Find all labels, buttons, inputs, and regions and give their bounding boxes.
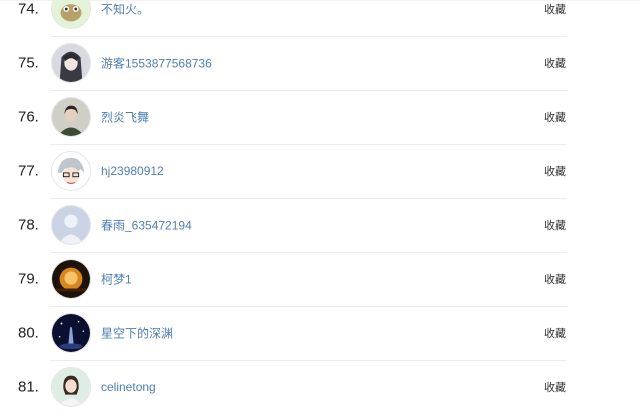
anime-silver-hair-avatar-icon[interactable] [51, 151, 91, 191]
default-user-avatar-icon[interactable] [51, 205, 91, 245]
collect-button[interactable]: 收藏 [544, 163, 566, 179]
row-divider [50, 252, 567, 253]
row-divider [50, 306, 567, 307]
collect-button[interactable]: 收藏 [544, 325, 566, 341]
collect-button[interactable]: 收藏 [544, 271, 566, 287]
row-divider [50, 36, 567, 37]
username-link[interactable]: 烈炎飞舞 [101, 109, 149, 126]
night-sky-avatar-icon[interactable] [51, 313, 91, 353]
list-item: 75. 游客1553877568736 收藏 [0, 36, 640, 90]
row-divider [50, 144, 567, 145]
username-link[interactable]: 柯梦1 [101, 271, 132, 288]
list-item: 79. 柯梦1 收藏 [0, 252, 640, 306]
anime-character-avatar-icon[interactable] [51, 43, 91, 83]
rank-number: 78. [18, 216, 39, 234]
cartoon-frog-avatar-icon[interactable] [51, 0, 91, 29]
list-item: 81. celinetong 收藏 [0, 360, 640, 414]
row-divider [50, 198, 567, 199]
username-link[interactable]: 春雨_635472194 [101, 217, 192, 234]
row-divider [50, 90, 567, 91]
collect-button[interactable]: 收藏 [544, 379, 566, 395]
rank-number: 79. [18, 270, 39, 288]
collect-button[interactable]: 收藏 [544, 217, 566, 233]
person-photo-avatar-icon[interactable] [51, 97, 91, 137]
rank-number: 75. [18, 54, 39, 72]
username-link[interactable]: hj23980912 [101, 164, 164, 178]
lamp-photo-avatar-icon[interactable] [51, 259, 91, 299]
rank-number: 80. [18, 324, 39, 342]
username-link[interactable]: celinetong [101, 380, 156, 394]
collect-button[interactable]: 收藏 [544, 55, 566, 71]
girl-photo-avatar-icon[interactable] [51, 367, 91, 407]
list-item: 76. 烈炎飞舞 收藏 [0, 90, 640, 144]
rank-number: 76. [18, 108, 39, 126]
list-item: 77. hj23980912 收藏 [0, 144, 640, 198]
list-item: 80. 星空下的深渊 收藏 [0, 306, 640, 360]
username-link[interactable]: 星空下的深渊 [101, 325, 173, 342]
list-item: 78. 春雨_635472194 收藏 [0, 198, 640, 252]
rank-number: 74. [18, 0, 39, 18]
username-link[interactable]: 游客1553877568736 [101, 55, 212, 72]
username-link[interactable]: 不知火。 [101, 1, 149, 18]
collect-button[interactable]: 收藏 [544, 109, 566, 125]
list-item: 74. 不知火。 收藏 [0, 0, 640, 36]
row-divider [50, 360, 567, 361]
rank-number: 81. [18, 378, 39, 396]
rank-number: 77. [18, 162, 39, 180]
collect-button[interactable]: 收藏 [544, 1, 566, 17]
